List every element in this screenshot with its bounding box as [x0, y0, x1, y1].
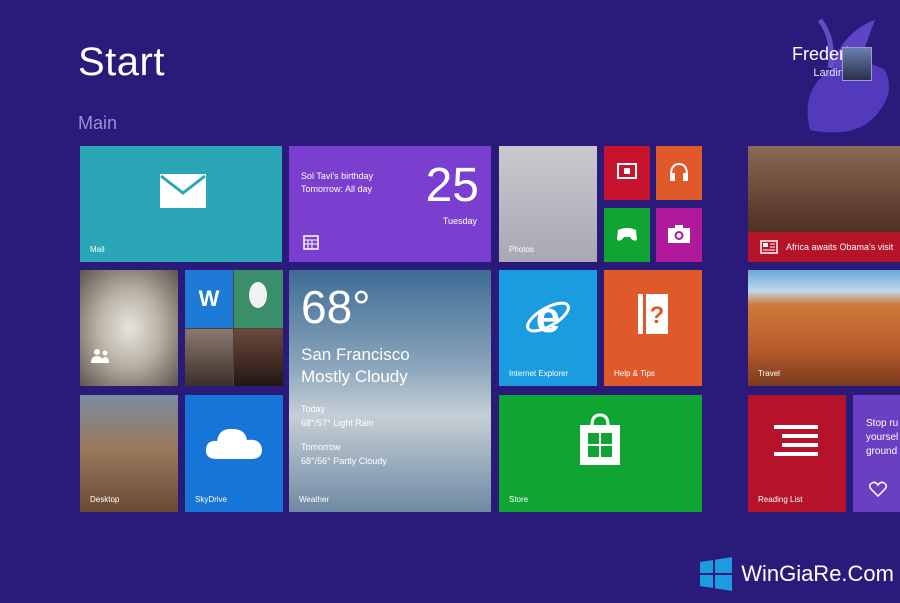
forecast-tomorrow-label: Tomorrow — [301, 442, 341, 452]
tile-travel[interactable]: Travel — [748, 270, 900, 386]
news-caption-bar: Africa awaits Obama's visit — [748, 232, 900, 262]
avatar[interactable] — [842, 47, 872, 81]
collage-person-1 — [185, 329, 233, 386]
xbox-controller-icon — [617, 228, 637, 241]
tile-mail[interactable]: Mail — [80, 146, 282, 262]
tile-label: Desktop — [90, 495, 120, 504]
weather-city: San Francisco — [301, 345, 410, 364]
collage-w-logo: W — [185, 270, 233, 328]
headphones-icon — [670, 162, 688, 181]
group-label-main[interactable]: Main — [78, 113, 117, 134]
forecast-today-label: Today — [301, 404, 326, 414]
tile-people-collage[interactable]: W — [185, 270, 283, 386]
internet-explorer-icon: e — [526, 293, 570, 342]
tile-music[interactable] — [656, 146, 702, 200]
tile-label: Store — [509, 495, 529, 504]
news-icon — [760, 240, 778, 254]
svg-text:e: e — [536, 293, 560, 342]
reading-list-icon — [774, 425, 818, 456]
tile-calendar[interactable]: Sol Tavi's birthday Tomorrow: All day 25… — [289, 146, 491, 262]
tile-people-cat[interactable] — [80, 270, 178, 386]
forecast-tomorrow: 68°/56° Partly Cloudy — [301, 456, 387, 466]
help-book-icon: ? — [638, 294, 668, 334]
forecast-today: 68°/57° Light Rain — [301, 418, 374, 428]
cloud-icon — [205, 428, 262, 459]
tile-health[interactable]: Stop ru yoursel ground — [853, 395, 900, 512]
start-title: Start — [78, 40, 165, 84]
tile-weather[interactable]: 68° San Francisco Mostly Cloudy Today 68… — [289, 270, 491, 512]
tile-label: SkyDrive — [195, 495, 228, 504]
weather-location: San Francisco Mostly Cloudy — [301, 344, 410, 388]
tile-label: Weather — [299, 495, 330, 504]
tile-store[interactable]: Store — [499, 395, 702, 512]
tile-video[interactable] — [604, 146, 650, 200]
video-icon — [617, 163, 637, 179]
weather-forecast: Today 68°/57° Light Rain Tomorrow 68°/56… — [301, 402, 387, 468]
news-headline: Africa awaits Obama's visit — [786, 242, 894, 252]
watermark-text: WinGiaRe.Com — [741, 561, 894, 586]
tile-help-tips[interactable]: ? Help & Tips — [604, 270, 702, 386]
weather-condition: Mostly Cloudy — [301, 367, 408, 386]
calendar-weekday: Tuesday — [442, 216, 477, 226]
weather-temperature: 68° — [301, 281, 371, 333]
tile-reading-list[interactable]: Reading List — [748, 395, 846, 512]
camera-icon — [668, 225, 690, 243]
calendar-event-time: Tomorrow: All day — [301, 184, 373, 194]
calendar-event-title: Sol Tavi's birthday — [301, 171, 374, 181]
tile-desktop[interactable]: Desktop — [80, 395, 178, 512]
calendar-event: Sol Tavi's birthday Tomorrow: All day — [301, 170, 373, 196]
mail-icon — [160, 174, 206, 208]
windows-logo-icon — [700, 557, 733, 591]
tile-news[interactable]: Africa awaits Obama's visit — [748, 146, 900, 262]
tile-label: Travel — [758, 369, 780, 378]
tile-label: Help & Tips — [614, 369, 655, 378]
health-text: Stop ru yoursel ground — [866, 418, 899, 457]
tile-label: Mail — [90, 245, 105, 254]
svg-text:?: ? — [650, 302, 665, 329]
tile-label: Photos — [509, 245, 534, 254]
collage-egg — [234, 270, 283, 328]
tile-label: Internet Explorer — [509, 369, 569, 378]
people-icon — [91, 349, 109, 363]
tile-camera[interactable] — [656, 208, 702, 262]
collage-person-2 — [234, 329, 283, 386]
tile-internet-explorer[interactable]: e Internet Explorer — [499, 270, 597, 386]
tile-skydrive[interactable]: SkyDrive — [185, 395, 283, 512]
heart-icon — [869, 481, 887, 497]
tile-label: Reading List — [758, 495, 803, 504]
watermark: WinGiaRe.Com — [699, 557, 894, 591]
calendar-day-number: 25 — [425, 159, 479, 212]
store-bag-icon — [580, 413, 620, 465]
tile-photos[interactable]: Photos — [499, 146, 597, 262]
tile-games[interactable] — [604, 208, 650, 262]
calendar-icon — [303, 235, 319, 250]
